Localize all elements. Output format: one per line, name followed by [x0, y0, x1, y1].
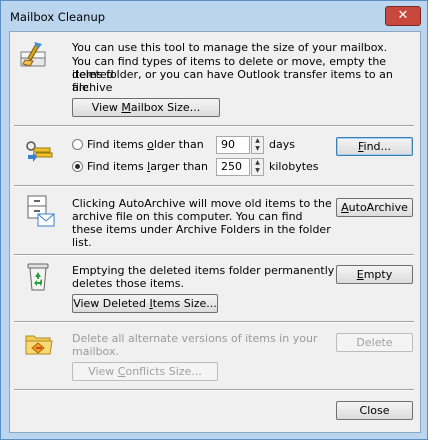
separator — [14, 254, 414, 256]
dialog-body: You can use this tool to manage the size… — [9, 31, 421, 433]
separator — [14, 321, 414, 323]
cleanup-broom-icon — [20, 42, 46, 67]
delete-conflicts-button[interactable]: Delete — [336, 333, 413, 352]
recycle-bin-icon — [27, 263, 49, 291]
title-bar[interactable]: Mailbox Cleanup ✕ — [1, 1, 427, 31]
separator — [14, 125, 414, 127]
spin-down-icon[interactable]: ▼ — [252, 167, 263, 175]
spin-down-icon[interactable]: ▼ — [252, 145, 263, 153]
older-than-radio[interactable] — [72, 139, 83, 150]
larger-than-label[interactable]: Find items larger than — [87, 160, 208, 173]
conflicts-line-2: mailbox. — [72, 345, 119, 358]
autoarchive-button[interactable]: AutoArchive — [336, 198, 413, 217]
autoarchive-icon — [27, 195, 55, 227]
mailbox-cleanup-window: Mailbox Cleanup ✕ You can use this tool … — [0, 0, 428, 440]
older-than-unit: days — [269, 138, 295, 151]
older-than-label[interactable]: Find items older than — [87, 138, 204, 151]
archive-line-3: these items under Archive Folders in the… — [72, 223, 331, 236]
larger-than-radio[interactable] — [72, 161, 83, 172]
find-items-icon — [26, 141, 53, 162]
window-title: Mailbox Cleanup — [10, 10, 106, 24]
separator — [14, 185, 414, 187]
view-mailbox-size-button[interactable]: View Mailbox Size... — [72, 98, 220, 117]
find-button[interactable]: Find... — [336, 137, 413, 156]
view-conflicts-size-button[interactable]: View Conflicts Size... — [72, 362, 218, 381]
larger-than-unit: kilobytes — [269, 160, 319, 173]
window-close-button[interactable]: ✕ — [385, 6, 421, 26]
larger-than-spinner[interactable]: ▲ ▼ — [251, 158, 264, 176]
deleted-line-1: Emptying the deleted items folder perman… — [72, 264, 335, 277]
intro-line-1: You can use this tool to manage the size… — [72, 41, 388, 54]
view-deleted-items-size-button[interactable]: View Deleted Items Size... — [72, 294, 218, 313]
archive-line-4: list. — [72, 236, 92, 249]
deleted-line-2: deletes those items. — [72, 277, 184, 290]
older-than-input[interactable]: 90 — [216, 136, 250, 154]
spin-up-icon[interactable]: ▲ — [252, 137, 263, 145]
archive-line-2: archive file on this computer. You can f… — [72, 210, 303, 223]
conflicts-line-1: Delete all alternate versions of items i… — [72, 332, 318, 345]
older-than-spinner[interactable]: ▲ ▼ — [251, 136, 264, 154]
spin-up-icon[interactable]: ▲ — [252, 159, 263, 167]
intro-line-2c: file. — [72, 81, 93, 94]
archive-line-1: Clicking AutoArchive will move old items… — [72, 197, 332, 210]
conflicts-folder-icon — [25, 335, 53, 355]
separator — [14, 389, 414, 391]
larger-than-input[interactable]: 250 — [216, 158, 250, 176]
empty-button[interactable]: Empty — [336, 265, 413, 284]
intro-line-2b: items folder, or you can have Outlook tr… — [72, 68, 393, 94]
close-button[interactable]: Close — [336, 401, 413, 420]
